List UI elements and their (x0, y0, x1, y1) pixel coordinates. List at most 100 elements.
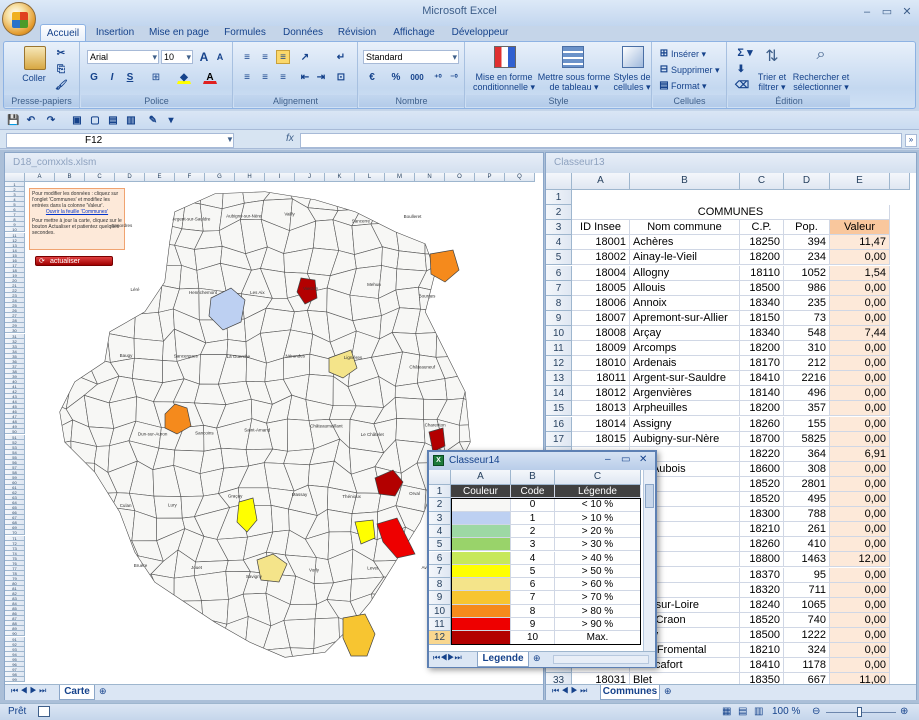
column-header[interactable]: N (415, 173, 445, 182)
column-header[interactable]: C (555, 470, 641, 485)
vertical-scrollbar[interactable] (643, 470, 655, 653)
commune-shape[interactable] (444, 670, 461, 682)
table-cell[interactable]: Allogny (630, 265, 740, 281)
column-header[interactable] (890, 173, 910, 190)
column-header[interactable]: B (511, 470, 555, 485)
table-cell[interactable]: 18520 (740, 476, 784, 492)
column-header[interactable]: E (830, 173, 890, 190)
table-cell[interactable]: 310 (784, 341, 830, 357)
column-header[interactable]: D (115, 173, 145, 182)
name-box[interactable]: F12 (6, 133, 234, 148)
commune-shape[interactable] (307, 182, 339, 211)
commune-shape[interactable] (25, 293, 46, 316)
commune-shape[interactable] (403, 571, 428, 597)
commune-shape[interactable] (486, 221, 516, 249)
commune-shape[interactable] (357, 182, 381, 210)
commune-shape[interactable] (458, 398, 484, 426)
communes-header[interactable]: COMMUNES (572, 205, 890, 221)
align-left-icon[interactable]: ≡ (240, 70, 254, 84)
fill-color-icon[interactable]: ◆ (177, 70, 191, 84)
commune-shape[interactable] (25, 486, 53, 516)
commune-shape[interactable] (94, 579, 120, 607)
legend-label[interactable]: < 10 % (555, 498, 641, 512)
table-cell[interactable]: 18340 (740, 325, 784, 341)
commune-shape[interactable] (85, 550, 117, 585)
commune-shape[interactable] (459, 423, 491, 443)
table-cell[interactable]: 18140 (740, 386, 784, 402)
table-cell[interactable]: 18006 (572, 295, 630, 311)
align-middle-icon[interactable]: ≡ (258, 50, 272, 64)
legend-color-swatch[interactable] (451, 578, 511, 592)
commune-shape[interactable] (435, 332, 469, 358)
commune-shape[interactable] (220, 447, 250, 469)
row-header[interactable]: 5 (429, 538, 451, 552)
commune-shape[interactable] (139, 659, 159, 682)
table-cell[interactable]: 495 (784, 492, 830, 508)
commune-shape[interactable] (371, 593, 404, 627)
table-cell[interactable]: 394 (784, 235, 830, 251)
table-cell[interactable]: 1178 (784, 658, 830, 674)
commune-shape[interactable] (444, 373, 470, 401)
commune-shape[interactable] (42, 355, 74, 384)
wrap-text-icon[interactable]: ↵ (334, 50, 348, 64)
commune-shape[interactable] (111, 507, 136, 542)
table-cell[interactable]: 18600 (740, 461, 784, 477)
table-cell[interactable]: 0,00 (830, 461, 890, 477)
commune-shape[interactable] (89, 507, 113, 538)
commune-shape[interactable] (484, 202, 509, 225)
table-cell[interactable]: 0,00 (830, 431, 890, 447)
table-cell[interactable]: 0,00 (830, 356, 890, 372)
table-cell[interactable]: 18200 (740, 341, 784, 357)
column-header[interactable]: A (25, 173, 55, 182)
scroll-thumb[interactable] (645, 484, 654, 508)
column-header[interactable]: G (205, 173, 235, 182)
column-header[interactable]: F (175, 173, 205, 182)
commune-shape[interactable] (482, 373, 515, 408)
commune-shape[interactable] (85, 197, 113, 231)
sheet-tab-carte[interactable]: Carte (59, 685, 95, 700)
table-cell[interactable]: 18240 (740, 597, 784, 613)
close-button[interactable]: ✕ (639, 454, 647, 465)
row-header[interactable]: 17 (546, 431, 572, 447)
commune-shape[interactable] (25, 330, 42, 355)
commune-shape[interactable] (25, 312, 45, 336)
column-header[interactable]: C (85, 173, 115, 182)
legend-color-swatch[interactable] (451, 618, 511, 632)
column-header[interactable]: A (451, 470, 511, 485)
commune-shape[interactable] (42, 182, 73, 207)
legend-color-swatch[interactable] (451, 524, 511, 539)
clear-icon[interactable]: ⌫ (734, 78, 749, 92)
delete-button[interactable]: Supprimer ▾ (671, 65, 727, 75)
commune-shape[interactable] (68, 268, 97, 289)
tab-accueil[interactable]: Accueil (40, 24, 86, 42)
commune-shape[interactable] (85, 285, 118, 318)
table-cell[interactable]: 496 (784, 386, 830, 402)
commune-shape[interactable] (396, 594, 428, 628)
commune-shape[interactable] (394, 196, 426, 224)
commune-shape[interactable] (173, 617, 204, 641)
copy-icon[interactable]: ⎘ (54, 62, 68, 76)
table-cell[interactable]: 18007 (572, 310, 630, 326)
chevron-down-icon[interactable]: ▾ (152, 51, 158, 63)
column-header[interactable]: L (355, 173, 385, 182)
view-layout-icon[interactable]: ▤ (738, 706, 747, 717)
table-cell[interactable]: 95 (784, 567, 830, 583)
font-size-combo[interactable]: 10 ▾ (161, 50, 193, 64)
table-cell[interactable]: 0,00 (830, 492, 890, 508)
commune-shape[interactable] (83, 641, 109, 666)
row-header[interactable]: 3 (429, 511, 451, 525)
commune-shape[interactable] (485, 424, 504, 451)
table-cell[interactable]: 0,00 (830, 371, 890, 387)
commune-shape[interactable] (263, 668, 296, 682)
chart-icon[interactable]: ▥ (124, 113, 138, 127)
column-header[interactable]: C (740, 173, 784, 190)
commune-shape[interactable] (437, 218, 468, 256)
zoom-in-icon[interactable]: ⊕ (900, 706, 908, 717)
table-cell[interactable]: 0,00 (830, 341, 890, 357)
commune-shape[interactable] (201, 599, 229, 625)
shrink-font-button[interactable]: A (213, 50, 227, 64)
table-cell[interactable]: 18410 (740, 371, 784, 387)
commune-shape[interactable] (41, 230, 69, 255)
table-cell[interactable]: 667 (784, 673, 830, 684)
autosum-button[interactable]: Σ ▾ (734, 46, 756, 60)
